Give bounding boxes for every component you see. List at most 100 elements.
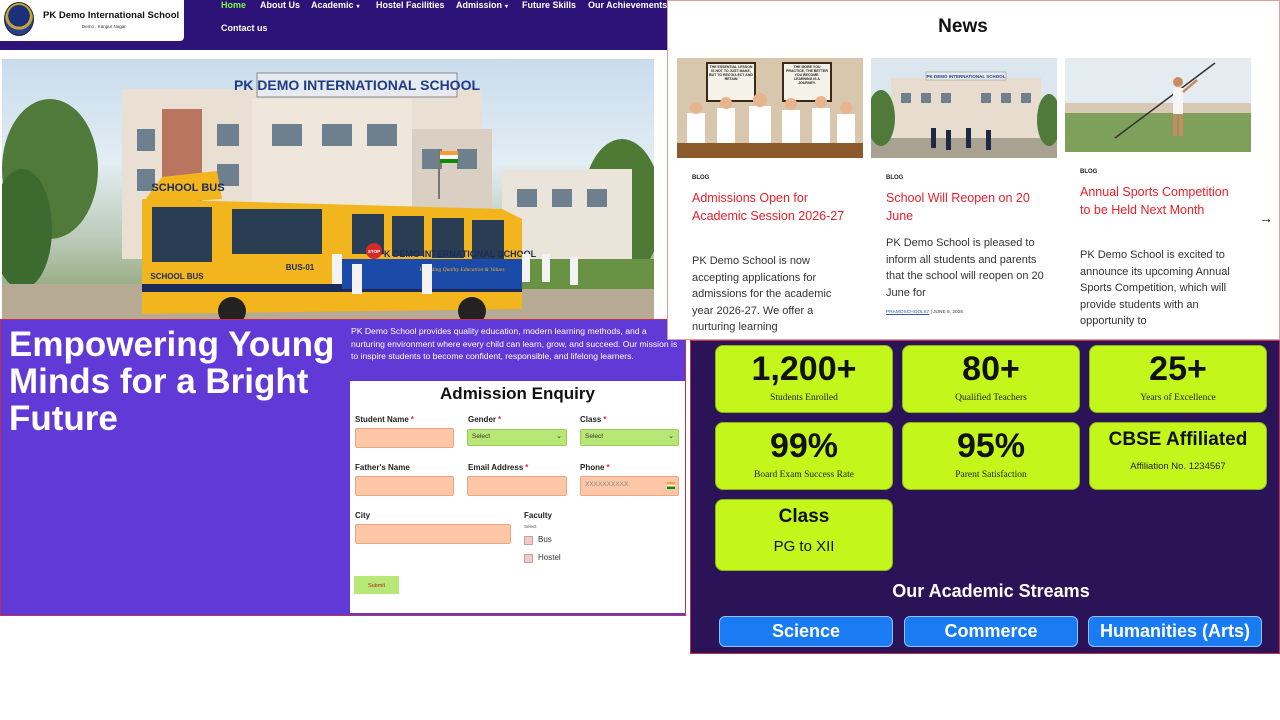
news-card-author[interactable]: PRAMOSCHOOL67 — [886, 310, 929, 315]
news-card-title[interactable]: Annual Sports Competition to be Held Nex… — [1080, 183, 1240, 219]
news-card-tag[interactable]: BLOG — [886, 175, 903, 181]
bus-front-label: SCHOOL BUS — [150, 272, 204, 281]
nav-home[interactable]: Home — [221, 0, 246, 10]
news-title: News — [938, 16, 988, 37]
hostel-checkbox[interactable] — [524, 554, 533, 563]
bus-option-label: Bus — [538, 535, 552, 544]
stat-card-teachers: 80+ Qualified Teachers — [902, 345, 1080, 413]
news-card-title[interactable]: Admissions Open for Academic Session 202… — [692, 189, 852, 225]
gender-label-text: Gender — [468, 415, 497, 424]
nav-admission-label: Admission — [456, 0, 503, 10]
news-card-image: PK DEMO INTERNATIONAL SCHOOL — [871, 58, 1057, 158]
required-mark: * — [498, 415, 502, 424]
board-left-text: THE ESSENTIAL LESSON IS NOT TO JUST MAKE… — [709, 65, 753, 81]
building-sign: PK DEMO INTERNATIONAL SCHOOL — [234, 77, 480, 93]
stat-value: 95% — [956, 427, 1026, 465]
stream-button-science[interactable]: Science — [719, 616, 893, 647]
news-card-excerpt: PK Demo School is now accepting applicat… — [692, 255, 832, 333]
building-sign: PK DEMO INTERNATIONAL SCHOOL — [926, 74, 1005, 79]
stat-label: Affiliation No. 1234567 — [1130, 461, 1226, 472]
email-label: Email Address * — [468, 463, 528, 472]
admission-enquiry-form: Admission Enquiry Student Name * Gender * … — [350, 381, 685, 613]
form-title: Admission Enquiry — [440, 384, 595, 403]
site-header: PK Demo International School Demo , Kanp… — [0, 0, 667, 50]
chevron-down-icon: ⌄ — [556, 433, 562, 440]
board-right-text: THE MORE YOU PRACTICE, THE BETTER YOU BE… — [786, 65, 828, 85]
required-mark: * — [606, 463, 610, 472]
news-card-tag[interactable]: BLOG — [692, 175, 709, 181]
nav-academic[interactable]: Academic ▾ — [311, 0, 360, 10]
news-card-excerpt: PK Demo School is pleased to inform all … — [886, 237, 1044, 299]
phone-placeholder: XXXXXXXXXX — [585, 481, 629, 488]
gender-label: Gender * — [468, 415, 501, 424]
news-card-title[interactable]: School Will Reopen on 20 June — [886, 189, 1046, 225]
stat-value: 25+ — [1149, 350, 1207, 388]
stream-button-commerce[interactable]: Commerce — [904, 616, 1078, 647]
stat-value: 80+ — [962, 350, 1020, 388]
school-name: PK Demo International School — [43, 10, 180, 21]
nav-academic-label: Academic — [311, 0, 354, 10]
nav-admission[interactable]: Admission ▾ — [456, 0, 508, 10]
nav-contact-us[interactable]: Contact us — [221, 23, 268, 33]
stats-section: 1,200+ Students Enrolled 80+ Qualified T… — [690, 340, 1280, 654]
meta-separator: | — [930, 310, 932, 315]
stat-label: Students Enrolled — [770, 393, 838, 403]
banner-title: Empowering Young Minds for a Bright Futu… — [9, 325, 335, 438]
nav-hostel-facilities[interactable]: Hostel Facilities — [376, 0, 445, 10]
submit-button[interactable]: Submit — [354, 576, 399, 594]
news-card-image — [1065, 58, 1251, 152]
athlete-image — [1065, 58, 1251, 152]
stat-card-class: Class PG to XII — [715, 499, 893, 571]
stat-card-students: 1,200+ Students Enrolled — [715, 345, 893, 413]
gender-select[interactable]: Select ⌄ — [467, 429, 567, 446]
news-card-image: THE ESSENTIAL LESSON IS NOT TO JUST MAKE… — [677, 58, 863, 158]
stat-value: 99% — [769, 427, 839, 465]
bus-checkbox[interactable] — [524, 536, 533, 545]
email-label-text: Email Address — [468, 463, 524, 472]
stat-label: Qualified Teachers — [955, 393, 1027, 403]
faculty-note: Select — [524, 524, 537, 529]
father-name-input[interactable] — [355, 476, 454, 496]
stat-card-parent-satisfaction: 95% Parent Satisfaction — [902, 422, 1080, 490]
class-label-text: Class — [580, 415, 602, 424]
banner-description: PK Demo School provides quality educatio… — [351, 326, 678, 361]
stream-button-humanities[interactable]: Humanities (Arts) — [1088, 616, 1262, 647]
nav-about-us[interactable]: About Us — [260, 0, 300, 10]
bus-side-name: PK DEMO INTERNATIONAL SCHOOL — [378, 249, 537, 259]
class-select[interactable]: Select ⌄ — [580, 429, 679, 446]
streams-title: Our Academic Streams — [892, 581, 1090, 601]
student-name-label: Student Name * — [355, 415, 414, 424]
phone-input[interactable]: XXXXXXXXXX — [580, 476, 679, 496]
chevron-down-icon: ▾ — [356, 4, 360, 10]
news-card-tag[interactable]: BLOG — [1080, 169, 1097, 175]
hero-banner: Empowering Young Minds for a Bright Futu… — [0, 319, 686, 616]
class-value: PG to XII — [773, 538, 835, 555]
email-input[interactable] — [467, 476, 567, 496]
nav-our-achievements[interactable]: Our Achievements — [588, 0, 667, 10]
class-select-value: Select — [585, 433, 604, 440]
india-flag-icon[interactable] — [667, 482, 675, 489]
classroom-image: THE ESSENTIAL LESSON IS NOT TO JUST MAKE… — [677, 58, 863, 158]
student-name-label-text: Student Name — [355, 415, 409, 424]
required-mark: * — [525, 463, 529, 472]
gender-select-value: Select — [472, 433, 491, 440]
news-card-excerpt: PK Demo School is excited to announce it… — [1080, 249, 1230, 327]
logo[interactable]: PK Demo International School Demo , Kanp… — [0, 0, 184, 41]
arrow-right-icon[interactable]: → — [1259, 210, 1273, 226]
phone-label: Phone * — [580, 463, 610, 472]
city-input[interactable] — [355, 524, 511, 544]
required-mark: * — [410, 415, 414, 424]
required-mark: * — [603, 415, 607, 424]
class-title: Class — [778, 506, 830, 527]
student-name-input[interactable] — [355, 428, 454, 448]
city-label: City — [355, 511, 371, 520]
bus-label: SCHOOL BUS — [151, 182, 224, 194]
stat-value: CBSE Affiliated — [1108, 429, 1248, 450]
nav-future-skills[interactable]: Future Skills — [522, 0, 576, 10]
stat-label: Board Exam Success Rate — [754, 470, 854, 480]
hostel-option-label: Hostel — [538, 553, 561, 562]
chevron-down-icon: ⌄ — [668, 433, 674, 440]
chevron-down-icon: ▾ — [505, 4, 509, 10]
school-bus-illustration: PK DEMO INTERNATIONAL SCHOOL SCHOOL BUS … — [2, 72, 654, 321]
faculty-label: Faculty — [524, 511, 553, 520]
